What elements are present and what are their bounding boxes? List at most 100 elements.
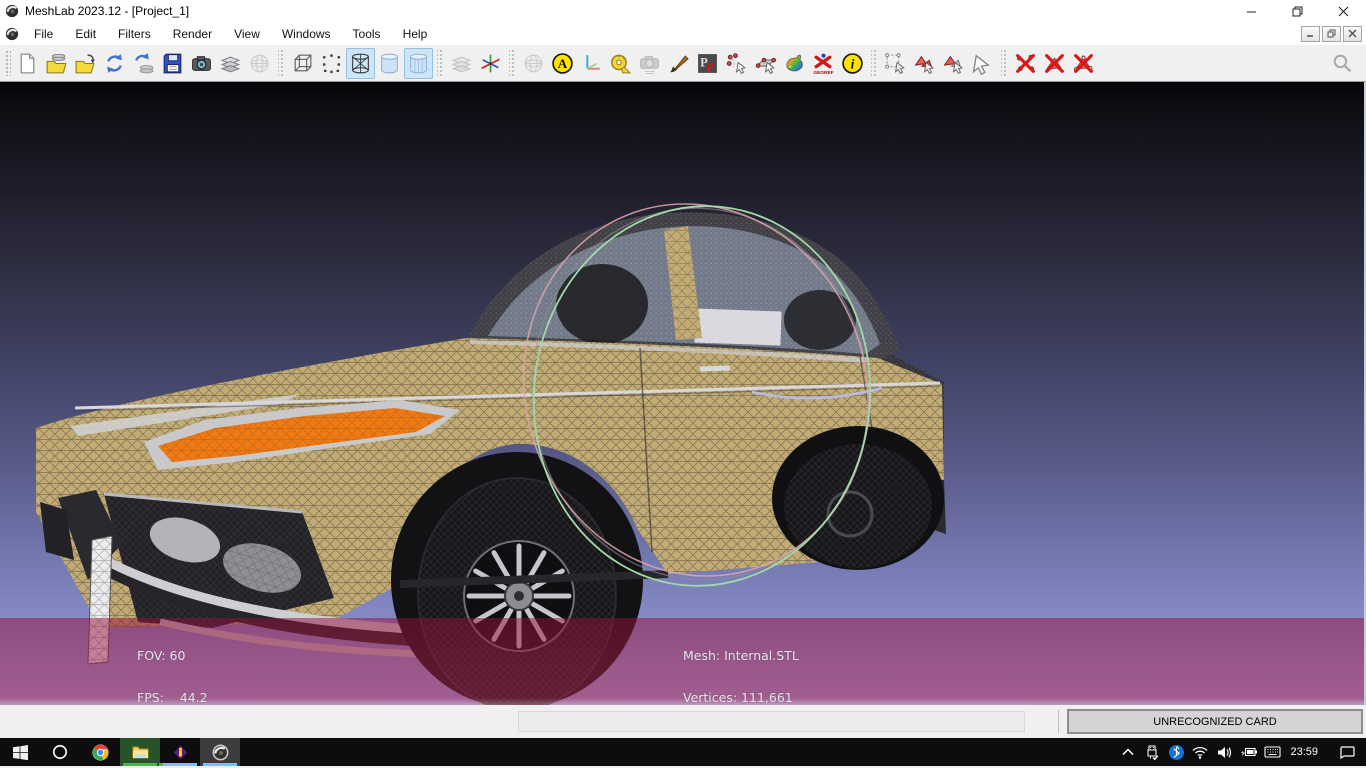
meshlab-window: MeshLab 2023.12 - [Project_1] FileEditFi… (0, 0, 1366, 768)
menu-help[interactable]: Help (392, 23, 439, 45)
render-smooth-button[interactable] (375, 48, 404, 79)
taskbar-file-explorer-app[interactable] (120, 738, 160, 766)
status-separator (1058, 710, 1059, 733)
reload-all-button[interactable] (129, 48, 158, 79)
measure-tool-button[interactable] (606, 48, 635, 79)
mdi-minimize-button[interactable] (1301, 26, 1320, 42)
menu-windows[interactable]: Windows (271, 23, 342, 45)
lasso-icon (971, 52, 994, 75)
progress-bar-slot (518, 711, 1025, 732)
pp-icon: PP (696, 52, 719, 75)
action-center-icon (1340, 746, 1355, 759)
reload-mesh-button[interactable] (100, 48, 129, 79)
tray-wifi-button[interactable] (1188, 738, 1212, 766)
delall-icon (1072, 52, 1095, 75)
taskbar-meshlab-app[interactable] (200, 738, 240, 766)
flat-icon (407, 52, 430, 75)
restore-button[interactable] (1274, 0, 1320, 22)
tray-battery-button[interactable] (1236, 738, 1260, 766)
title-bar: MeshLab 2023.12 - [Project_1] (0, 0, 1366, 22)
toolbar-separator (1001, 49, 1007, 77)
menu-bar: FileEditFiltersRenderViewWindowsToolsHel… (0, 22, 1366, 45)
import-mesh-button[interactable] (71, 48, 100, 79)
menu-view[interactable]: View (223, 23, 271, 45)
render-flat-button[interactable] (404, 48, 433, 79)
tray-chevron-up-button[interactable] (1116, 738, 1140, 766)
hud-mesh-name: Mesh: Internal.STL (683, 649, 799, 663)
trackaxes-icon (479, 52, 502, 75)
meshlab-logo-icon (5, 4, 19, 18)
align-tool-button[interactable] (751, 48, 780, 79)
layers-icon (219, 52, 242, 75)
taskbar-clock[interactable]: 23:59 (1286, 746, 1326, 758)
selface2-icon (942, 52, 965, 75)
wire-icon (349, 52, 372, 75)
taskbar-cortana-search-app[interactable] (40, 738, 80, 766)
menu-render[interactable]: Render (162, 23, 223, 45)
minimize-button[interactable] (1228, 0, 1274, 22)
globe-icon (522, 52, 545, 75)
taskbar-purple-app-app[interactable] (160, 738, 200, 766)
show-trackball-axes-button[interactable] (476, 48, 505, 79)
render-info-hud: FOV: 60 FPS: 44.2 BO_RENDERING (137, 621, 236, 705)
render-bbox-button[interactable] (288, 48, 317, 79)
show-axis-button[interactable] (577, 48, 606, 79)
tray-volume-button[interactable] (1212, 738, 1236, 766)
tray-usb-button[interactable] (1140, 738, 1164, 766)
delete-selected-vertices-button[interactable] (1011, 48, 1040, 79)
save-snapshot-project-button[interactable] (158, 48, 187, 79)
show-layer-dialog-button[interactable] (216, 48, 245, 79)
toolbar-drag-handle[interactable] (5, 50, 11, 76)
bbox-icon (291, 52, 314, 75)
plane-icon (754, 52, 777, 75)
chrome-icon (92, 744, 109, 761)
hud-vertices: Vertices: 111,661 (683, 691, 799, 705)
hud-fps: FPS: 44.2 (137, 691, 236, 705)
svg-text:i: i (851, 56, 855, 71)
render-wireframe-button[interactable] (346, 48, 375, 79)
layers-icon (450, 52, 473, 75)
menu-items: FileEditFiltersRenderViewWindowsToolsHel… (23, 23, 438, 45)
delete-faces-and-vertices-button[interactable] (1069, 48, 1098, 79)
3d-viewport[interactable]: FOV: 60 FPS: 44.2 BO_RENDERING Mesh: Int… (0, 82, 1366, 705)
status-bar: UNRECOGNIZED CARD (0, 705, 1366, 738)
tray-keyboard-button[interactable] (1260, 738, 1284, 766)
mesh-info-hud: Mesh: Internal.STL Vertices: 111,661 Fac… (683, 621, 799, 705)
z-painting-button[interactable] (664, 48, 693, 79)
menu-edit[interactable]: Edit (64, 23, 107, 45)
select-faces-rect-button[interactable] (939, 48, 968, 79)
search-icon (1331, 52, 1354, 75)
menu-filters[interactable]: Filters (107, 23, 162, 45)
menu-file[interactable]: File (23, 23, 64, 45)
taskbar-start-button[interactable] (0, 738, 40, 766)
select-faces-button[interactable] (910, 48, 939, 79)
close-button[interactable] (1320, 0, 1366, 22)
select-connected-button[interactable] (968, 48, 997, 79)
new-empty-project-button[interactable] (13, 48, 42, 79)
search-button[interactable] (1328, 48, 1357, 79)
windows-taskbar: 23:59 (0, 738, 1366, 766)
taskbar-chrome-app[interactable] (80, 738, 120, 766)
menu-tools[interactable]: Tools (342, 23, 392, 45)
pick-points-button[interactable] (722, 48, 751, 79)
open-project-icon (45, 52, 68, 75)
render-points-button[interactable] (317, 48, 346, 79)
delete-selected-faces-button[interactable] (1040, 48, 1069, 79)
action-center-button[interactable] (1328, 738, 1366, 766)
reload-icon (103, 52, 126, 75)
georef-button[interactable]: GEOREF (809, 48, 838, 79)
select-vertices-button[interactable] (881, 48, 910, 79)
open-project-button[interactable] (42, 48, 71, 79)
point-picking-button[interactable]: PP (693, 48, 722, 79)
quality-mapper-button[interactable] (780, 48, 809, 79)
show-labels-button[interactable]: A (548, 48, 577, 79)
get-info-button[interactable]: i (838, 48, 867, 79)
chevron-up-icon (1122, 748, 1134, 756)
tray-bluetooth-button[interactable] (1164, 738, 1188, 766)
svg-text:A: A (558, 56, 568, 71)
mdi-restore-button[interactable] (1322, 26, 1341, 42)
snapshot-button[interactable] (187, 48, 216, 79)
mdi-close-button[interactable] (1343, 26, 1362, 42)
camera-icon (190, 52, 213, 75)
open-mesh-icon (74, 52, 97, 75)
